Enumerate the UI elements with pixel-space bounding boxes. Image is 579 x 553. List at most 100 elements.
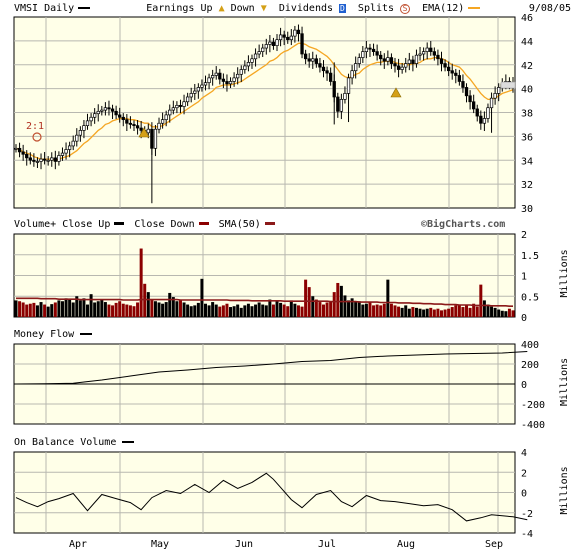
- price-candle: [185, 96, 190, 103]
- volume-bar: [96, 301, 100, 317]
- volume-bar: [14, 300, 18, 317]
- price-candle: [89, 116, 93, 122]
- price-candle: [189, 93, 193, 98]
- volume-bar: [468, 307, 472, 317]
- volume-bar: [300, 306, 304, 317]
- volume-bar: [439, 310, 443, 317]
- price-candle: [325, 70, 329, 74]
- price-candle: [200, 84, 204, 88]
- volume-bar: [132, 306, 136, 317]
- volume-bar: [343, 295, 347, 317]
- volume-bar: [465, 305, 469, 317]
- volume-bar: [232, 306, 236, 317]
- month-tick-label: Apr: [69, 539, 87, 550]
- volume-bar: [418, 308, 422, 317]
- price-candle: [454, 72, 458, 76]
- price-candle: [264, 44, 268, 49]
- volume-bar: [211, 302, 215, 317]
- price-candle: [57, 155, 61, 162]
- volume-bar: [136, 302, 140, 317]
- volume-bar: [475, 306, 479, 317]
- price-candle: [60, 152, 65, 156]
- price-candle: [82, 125, 86, 131]
- volume-bar: [497, 309, 501, 317]
- price-candle: [53, 157, 57, 162]
- volume-bar: [182, 302, 186, 317]
- price-tick-label: 36: [521, 132, 533, 143]
- volume-bar: [436, 308, 440, 317]
- price-candle: [153, 128, 158, 149]
- volume-bar: [511, 310, 515, 317]
- price-candle: [343, 93, 347, 100]
- volume-bar: [186, 304, 190, 317]
- price-candle: [393, 63, 397, 67]
- price-candle: [67, 145, 72, 150]
- price-candle: [14, 147, 18, 150]
- price-candle: [39, 158, 43, 162]
- volume-bar: [347, 300, 351, 317]
- volume-bar: [422, 309, 426, 317]
- price-candle: [425, 47, 429, 52]
- month-tick-label: Aug: [397, 539, 415, 550]
- volume-bar: [68, 299, 72, 317]
- price-candle: [196, 87, 201, 92]
- volume-bar: [318, 302, 322, 317]
- price-candle: [21, 151, 25, 155]
- last-price-tag: [500, 81, 516, 89]
- chart-root: VMSI Daily Earnings Up ▲ Down ▼ Dividend…: [0, 0, 579, 553]
- price-candle: [475, 108, 479, 117]
- price-candle: [243, 65, 247, 70]
- price-candle: [75, 134, 79, 142]
- price-tick-label: 30: [521, 204, 533, 215]
- volume-bar: [125, 304, 129, 317]
- volume-bar: [425, 308, 429, 317]
- volume-bar: [218, 306, 222, 317]
- volume-tick-label: 0.5: [521, 292, 539, 303]
- price-candle: [468, 95, 472, 103]
- volume-bar: [121, 303, 125, 317]
- price-candle: [296, 29, 301, 35]
- price-candle: [25, 153, 29, 159]
- price-tick-label: 34: [521, 156, 533, 167]
- volume-bar: [293, 303, 297, 317]
- volume-bar: [53, 302, 57, 317]
- volume-bar: [361, 304, 365, 317]
- month-tick-label: Jul: [318, 539, 336, 550]
- obv-tick-label: 2: [521, 468, 527, 479]
- price-tick-label: 40: [521, 85, 533, 96]
- price-candle: [160, 119, 165, 124]
- price-candle: [46, 159, 50, 162]
- volume-bar: [329, 301, 333, 317]
- volume-bar: [321, 304, 325, 317]
- volume-bar: [239, 307, 243, 317]
- price-candle: [128, 122, 133, 125]
- volume-bar: [100, 299, 104, 317]
- price-candle: [303, 53, 308, 60]
- price-candle: [125, 119, 129, 124]
- volume-bar: [286, 306, 290, 317]
- price-candle: [407, 59, 411, 64]
- price-candle: [314, 58, 318, 64]
- price-candle: [182, 101, 186, 107]
- price-candle: [278, 34, 283, 41]
- volume-bar: [457, 304, 461, 317]
- volume-bar: [461, 307, 465, 317]
- price-candle: [386, 57, 390, 62]
- volume-bar: [236, 304, 240, 317]
- price-candle: [396, 65, 401, 70]
- price-candle: [17, 147, 22, 153]
- volume-bar: [93, 302, 97, 317]
- price-candle: [261, 47, 265, 52]
- price-candle: [268, 41, 272, 45]
- split-annotation: 2:1: [26, 121, 44, 132]
- price-candle: [139, 127, 143, 131]
- price-candle: [482, 118, 487, 124]
- volume-bar: [264, 305, 268, 317]
- price-candle: [446, 66, 451, 72]
- volume-bar: [60, 301, 64, 317]
- price-candle: [421, 51, 426, 55]
- price-tick-label: 46: [521, 13, 533, 24]
- volume-bar: [354, 302, 358, 317]
- volume-bar: [78, 300, 82, 317]
- price-candle: [121, 116, 125, 121]
